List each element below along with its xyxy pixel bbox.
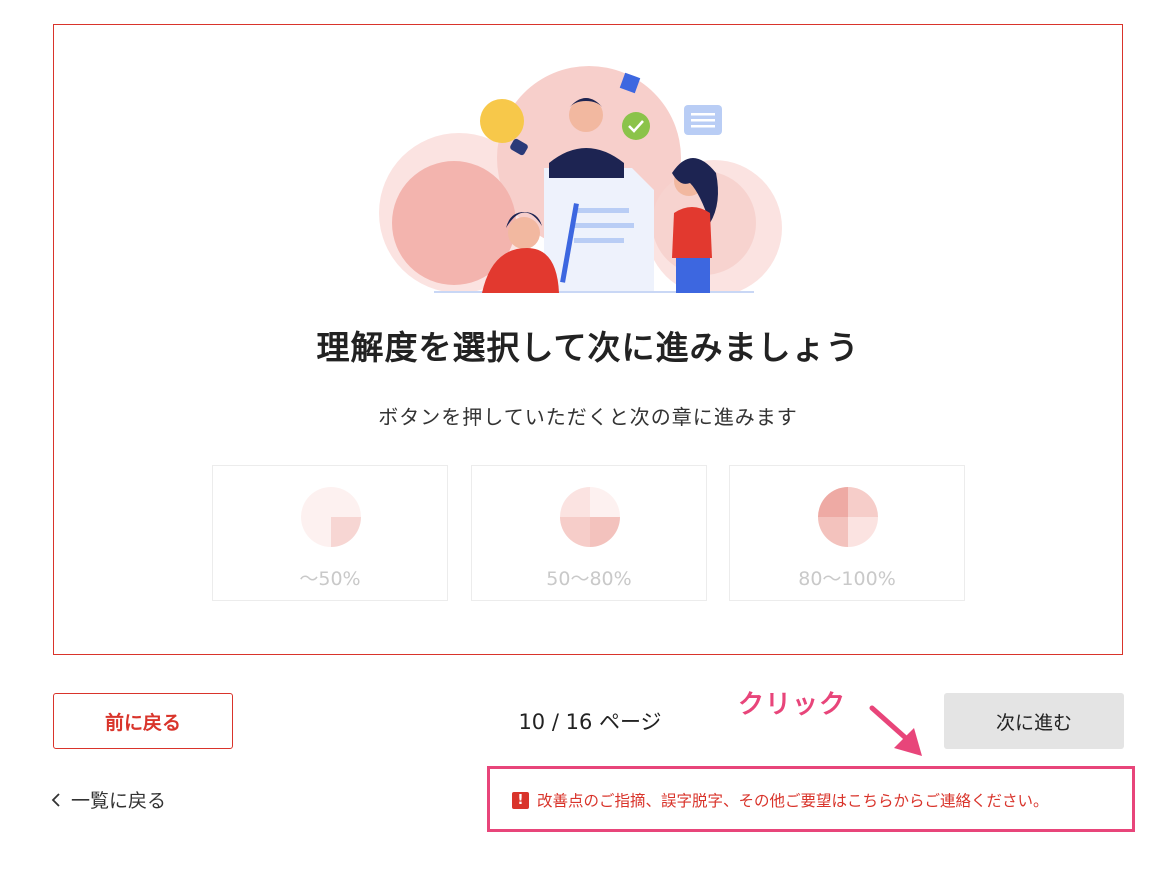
- back-to-list-label: 一覧に戻る: [71, 790, 167, 812]
- option-label: 〜50%: [299, 568, 361, 590]
- option-under-50[interactable]: 〜50%: [212, 465, 448, 601]
- page-heading: 理解度を選択して次に進みましょう: [316, 328, 860, 367]
- option-label: 50〜80%: [546, 568, 632, 590]
- comprehension-options: 〜50% 50〜80% 80〜100%: [212, 465, 966, 603]
- option-label: 80〜100%: [798, 568, 896, 590]
- feedback-link[interactable]: ! 改善点のご指摘、誤字脱字、その他ご要望はこちらからご連絡ください。: [512, 789, 1049, 811]
- option-80-100[interactable]: 80〜100%: [729, 465, 965, 601]
- quarter-pie-icon: [301, 487, 361, 547]
- click-annotation: クリック: [738, 690, 847, 720]
- half-pie-icon: [560, 487, 620, 547]
- full-pie-icon: [818, 487, 878, 547]
- exclamation-icon: !: [512, 791, 529, 809]
- annotation-arrow-icon: [869, 705, 922, 756]
- comprehension-card: 理解度を選択して次に進みましょう ボタンを押していただくと次の章に進みます 〜5…: [53, 24, 1123, 655]
- feedback-link-text: 改善点のご指摘、誤字脱字、その他ご要望はこちらからご連絡ください。: [537, 792, 1049, 810]
- next-button[interactable]: 次に進む: [944, 693, 1124, 749]
- feedback-highlight-box: ! 改善点のご指摘、誤字脱字、その他ご要望はこちらからご連絡ください。: [487, 766, 1135, 832]
- prev-button[interactable]: 前に戻る: [53, 693, 233, 749]
- chevron-left-icon: [51, 792, 60, 807]
- page-subheading: ボタンを押していただくと次の章に進みます: [378, 405, 798, 429]
- option-50-80[interactable]: 50〜80%: [471, 465, 707, 601]
- page: 理解度を選択して次に進みましょう ボタンを押していただくと次の章に進みます 〜5…: [0, 0, 1166, 878]
- page-indicator: 10 / 16 ページ: [518, 710, 662, 734]
- back-to-list-link[interactable]: 一覧に戻る: [47, 786, 166, 813]
- team-illustration: [379, 66, 782, 293]
